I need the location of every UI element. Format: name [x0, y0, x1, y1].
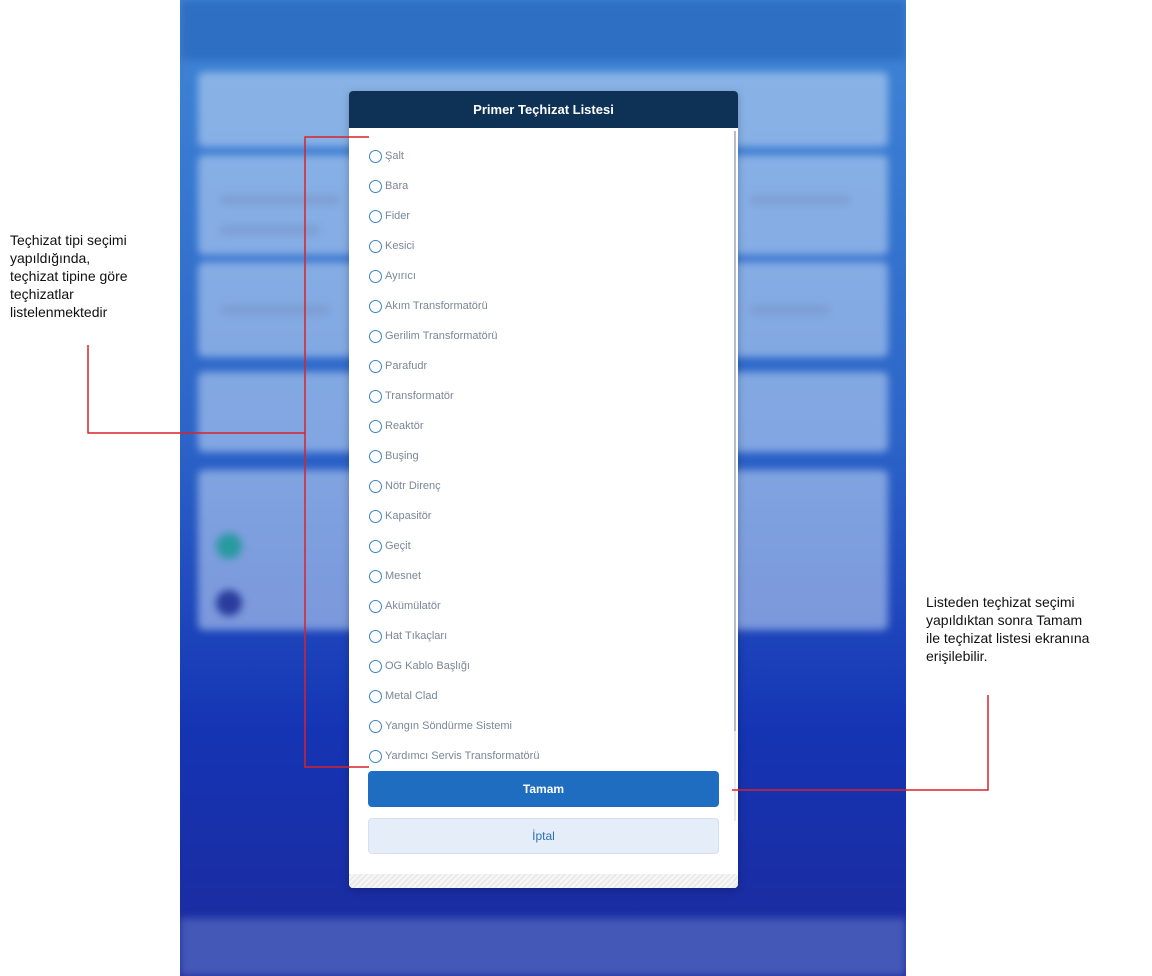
equipment-option[interactable]: Akümülatör — [349, 591, 738, 621]
equipment-option[interactable]: Gerilim Transformatörü — [349, 321, 738, 351]
equipment-option-label: Yangın Söndürme Sistemi — [385, 720, 512, 732]
background-line — [220, 225, 320, 235]
ok-button[interactable]: Tamam — [368, 771, 719, 807]
right-annotation-text: Listeden teçhizat seçimi yapıldıktan son… — [926, 594, 1090, 664]
equipment-option-label: Metal Clad — [385, 690, 438, 702]
left-annotation-text: Teçhizat tipi seçimi yapıldığında, teçhi… — [10, 232, 128, 320]
equipment-option[interactable]: Hat Tıkaçları — [349, 621, 738, 651]
radio-button-icon[interactable] — [369, 599, 382, 613]
background-line — [750, 195, 850, 205]
equipment-option-label: Bara — [385, 180, 409, 192]
radio-button-icon[interactable] — [369, 389, 382, 403]
equipment-option-label: Kesici — [385, 240, 415, 252]
equipment-option-label: Hat Tıkaçları — [385, 630, 448, 642]
background-line — [220, 195, 340, 205]
background-dot — [216, 533, 242, 559]
equipment-option-label: Akım Transformatörü — [385, 300, 488, 312]
equipment-option-label: Mesnet — [385, 570, 422, 582]
radio-button-icon[interactable] — [369, 149, 382, 163]
modal-title: Primer Teçhizat Listesi — [473, 102, 614, 117]
radio-button-icon[interactable] — [369, 239, 382, 253]
equipment-option[interactable]: Şalt — [349, 141, 738, 171]
radio-button-icon[interactable] — [369, 539, 382, 553]
equipment-option[interactable]: Mesnet — [349, 561, 738, 591]
radio-button-icon[interactable] — [369, 719, 382, 733]
scrollbar-thumb[interactable] — [734, 131, 736, 731]
radio-button-icon[interactable] — [369, 479, 382, 493]
radio-button-icon[interactable] — [369, 449, 382, 463]
background-top-bar — [180, 0, 906, 60]
modal-header: Primer Teçhizat Listesi — [349, 91, 738, 128]
equipment-option-label: Nötr Direnç — [385, 480, 441, 492]
background-line — [220, 305, 330, 315]
radio-button-icon[interactable] — [369, 209, 382, 223]
equipment-radio-list: Şalt Bara Fider Kesici Ayırıcı Akım Transform… — [349, 141, 738, 857]
radio-button-icon[interactable] — [369, 629, 382, 643]
equipment-list-modal: Primer Teçhizat Listesi Şalt Bara Fider Kes… — [349, 91, 738, 888]
equipment-option[interactable]: Reaktör — [349, 411, 738, 441]
equipment-option-label: Yardımcı Servis Transformatörü — [385, 750, 540, 762]
modal-footer — [349, 874, 738, 888]
background-line — [750, 305, 830, 315]
background-dot — [216, 590, 242, 616]
equipment-option[interactable]: Kesici — [349, 231, 738, 261]
radio-button-icon[interactable] — [369, 299, 382, 313]
radio-button-icon[interactable] — [369, 689, 382, 703]
radio-button-icon[interactable] — [369, 179, 382, 193]
equipment-option-label: Fider — [385, 210, 411, 222]
equipment-option-label: Reaktör — [385, 420, 424, 432]
equipment-option-label: Parafudr — [385, 360, 428, 372]
equipment-option[interactable]: Yardımcı Servis Transformatörü — [349, 741, 738, 771]
equipment-option-label: Kapasitör — [385, 510, 432, 522]
cancel-button[interactable]: İptal — [368, 818, 719, 854]
radio-button-icon[interactable] — [369, 269, 382, 283]
equipment-option[interactable]: Nötr Direnç — [349, 471, 738, 501]
radio-button-icon[interactable] — [369, 659, 382, 673]
equipment-option[interactable]: Geçit — [349, 531, 738, 561]
equipment-option[interactable]: Metal Clad — [349, 681, 738, 711]
radio-button-icon[interactable] — [369, 509, 382, 523]
radio-button-icon[interactable] — [369, 329, 382, 343]
equipment-option[interactable]: Buşing — [349, 441, 738, 471]
equipment-option-label: OG Kablo Başlığı — [385, 660, 470, 672]
equipment-option[interactable]: Yangın Söndürme Sistemi — [349, 711, 738, 741]
radio-button-icon[interactable] — [369, 569, 382, 583]
equipment-option[interactable]: Transformatör — [349, 381, 738, 411]
equipment-option-label: Şalt — [385, 150, 404, 162]
equipment-option[interactable]: Parafudr — [349, 351, 738, 381]
equipment-option[interactable]: Ayırıcı — [349, 261, 738, 291]
equipment-option[interactable]: OG Kablo Başlığı — [349, 651, 738, 681]
equipment-option[interactable]: Kapasitör — [349, 501, 738, 531]
equipment-option-label: Buşing — [385, 450, 419, 462]
equipment-option[interactable]: Fider — [349, 201, 738, 231]
radio-button-icon[interactable] — [369, 749, 382, 763]
equipment-option[interactable]: Bara — [349, 171, 738, 201]
equipment-option-label: Akümülatör — [385, 600, 441, 612]
equipment-option-label: Transformatör — [385, 390, 454, 402]
equipment-option[interactable]: Akım Transformatörü — [349, 291, 738, 321]
radio-button-icon[interactable] — [369, 419, 382, 433]
equipment-option-label: Geçit — [385, 540, 411, 552]
background-bottom-bar — [180, 918, 906, 976]
equipment-option-label: Ayırıcı — [385, 270, 416, 282]
equipment-option-label: Gerilim Transformatörü — [385, 330, 498, 342]
radio-button-icon[interactable] — [369, 359, 382, 373]
